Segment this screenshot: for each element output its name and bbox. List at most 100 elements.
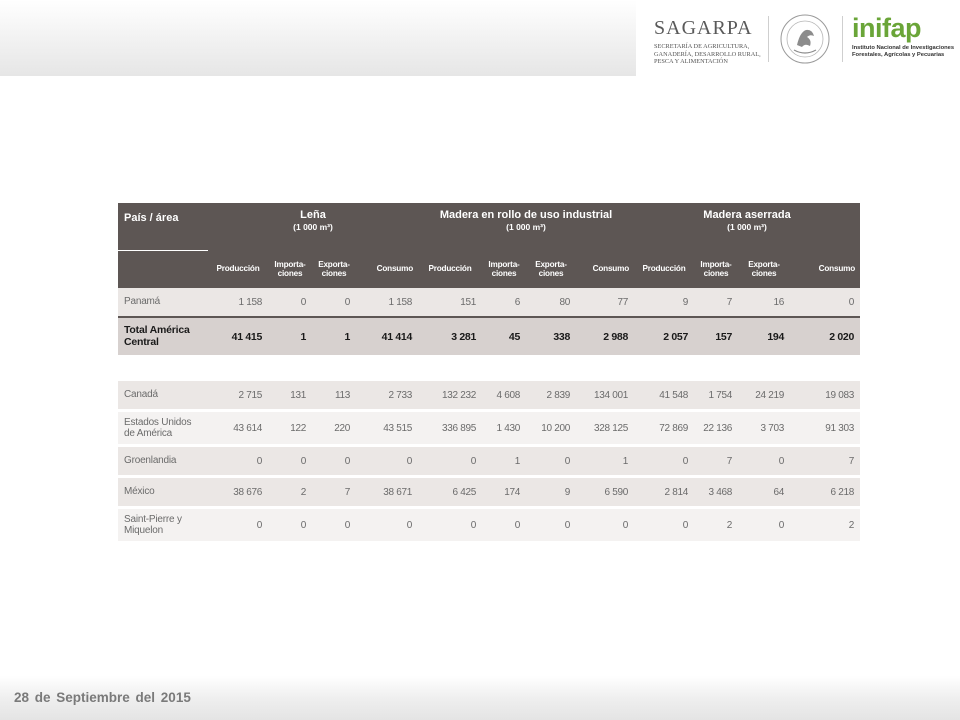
logo-divider (768, 16, 769, 62)
country-header: País / área (118, 203, 208, 288)
row-label: Saint-Pierre y Miquelon (118, 506, 208, 541)
group-header-lena: Leña (1 000 m³) (208, 203, 418, 250)
table-cell: 2 814 (634, 475, 694, 508)
table-cell: 9 (526, 475, 576, 508)
table-row-total: Total América Central 41 415 1 1 41 414 3 281 4… (118, 316, 861, 355)
table-cell: 2 (268, 475, 312, 508)
inifap-subtitle-line: Instituto Nacional de Investigaciones (852, 45, 955, 51)
table-cell: 0 (208, 506, 268, 541)
table-cell: 43 614 (208, 409, 268, 446)
table-cell: 19 083 (790, 381, 861, 411)
row-label: México (118, 475, 208, 508)
inifap-subtitle: Instituto Nacional de Investigaciones Fo… (852, 45, 955, 59)
group-title: Madera aserrada (703, 209, 791, 221)
table-cell: 0 (526, 506, 576, 541)
group-title: Leña (300, 209, 326, 221)
subheader-exportaciones: Exporta-ciones (312, 250, 356, 288)
table-cell: 9 (634, 288, 694, 317)
subheader-produccion: Producción (418, 250, 482, 288)
table-cell: 2 (790, 506, 861, 541)
table-cell: 7 (694, 288, 738, 317)
table-cell: 0 (576, 506, 634, 541)
table-cell: 72 869 (634, 409, 694, 446)
table-cell: 157 (694, 316, 738, 355)
table-cell: 174 (482, 475, 526, 508)
table-cell: 7 (312, 475, 356, 508)
table-cell: 0 (634, 506, 694, 541)
table-cell: 80 (526, 288, 576, 317)
row-label: Total América Central (118, 316, 208, 355)
forestry-table: País / área Leña (1 000 m³) Madera en ro… (118, 203, 861, 541)
subheader-produccion: Producción (208, 250, 268, 288)
table-cell: 1 (312, 316, 356, 355)
table-cell: 10 200 (526, 409, 576, 446)
group-unit: (1 000 m³) (727, 222, 767, 232)
table-cell: 0 (268, 506, 312, 541)
table-cell: 336 895 (418, 409, 482, 446)
table-cell: 328 125 (576, 409, 634, 446)
table-cell: 0 (312, 444, 356, 477)
table-cell: 0 (738, 444, 790, 477)
subheader-consumo: Consumo (356, 250, 418, 288)
footer-date: 28 de Septiembre del 2015 (14, 690, 191, 705)
table-gap (118, 355, 861, 381)
table-cell: 113 (312, 381, 356, 411)
table-cell: 0 (482, 506, 526, 541)
table-cell: 0 (356, 444, 418, 477)
table-cell: 3 468 (694, 475, 738, 508)
table-cell: 45 (482, 316, 526, 355)
table-cell: 0 (268, 444, 312, 477)
table-row: Estados Unidos de América 43 614 122 220 43 5… (118, 409, 861, 446)
table-cell: 338 (526, 316, 576, 355)
table-cell: 0 (312, 506, 356, 541)
group-unit: (1 000 m³) (293, 222, 333, 232)
table-cell: 0 (738, 506, 790, 541)
table-cell: 0 (312, 288, 356, 317)
table-cell: 220 (312, 409, 356, 446)
table-cell: 0 (268, 288, 312, 317)
table-cell: 38 676 (208, 475, 268, 508)
table-cell: 64 (738, 475, 790, 508)
table-cell: 0 (208, 444, 268, 477)
subheader-importaciones: Importa-ciones (694, 250, 738, 288)
group-header-madera-rollo: Madera en rollo de uso industrial (1 000… (418, 203, 634, 250)
sagarpa-title: SAGARPA (654, 17, 753, 39)
table-cell: 194 (738, 316, 790, 355)
logo-divider (842, 16, 843, 62)
table-cell: 2 057 (634, 316, 694, 355)
table-cell: 0 (356, 506, 418, 541)
table-cell: 0 (418, 444, 482, 477)
table-cell: 1 754 (694, 381, 738, 411)
table-cell: 43 515 (356, 409, 418, 446)
table-cell: 22 136 (694, 409, 738, 446)
sagarpa-subtitle-line: GANADERÍA, DESARROLLO RURAL, (654, 50, 761, 58)
sagarpa-subtitle-line: PESCA Y ALIMENTACIÓN (654, 58, 728, 65)
table-cell: 1 (576, 444, 634, 477)
table-cell: 2 715 (208, 381, 268, 411)
table-cell: 1 158 (356, 288, 418, 317)
table-cell: 1 430 (482, 409, 526, 446)
sagarpa-subtitle-line: SECRETARÍA DE AGRICULTURA, (654, 43, 750, 50)
table-cell: 41 548 (634, 381, 694, 411)
table-cell: 151 (418, 288, 482, 317)
table-cell: 7 (790, 444, 861, 477)
table-cell: 132 232 (418, 381, 482, 411)
group-header-madera-aserrada: Madera aserrada (1 000 m³) (634, 203, 861, 250)
table-cell: 6 425 (418, 475, 482, 508)
group-unit: (1 000 m³) (506, 222, 546, 232)
table-row: Panamá 1 158 0 0 1 158 151 6 80 77 9 7 16 0 (118, 288, 861, 317)
table-cell: 16 (738, 288, 790, 317)
inifap-logo: inifap Instituto Nacional de Investigaci… (852, 14, 955, 59)
table-cell: 24 219 (738, 381, 790, 411)
table-cell: 0 (790, 288, 861, 317)
table-cell: 1 (482, 444, 526, 477)
sagarpa-subtitle: SECRETARÍA DE AGRICULTURA, GANADERÍA, DE… (654, 43, 764, 66)
subheader-importaciones: Importa-ciones (482, 250, 526, 288)
table-cell: 1 (268, 316, 312, 355)
table-row: México 38 676 2 7 38 671 6 425 174 9 6 590 2 814 3… (118, 475, 861, 508)
table-cell: 41 415 (208, 316, 268, 355)
table-cell: 1 158 (208, 288, 268, 317)
table-row: Canadá 2 715 131 113 2 733 132 232 4 608 2 839 1… (118, 381, 861, 411)
table-cell: 2 020 (790, 316, 861, 355)
table-cell: 4 608 (482, 381, 526, 411)
